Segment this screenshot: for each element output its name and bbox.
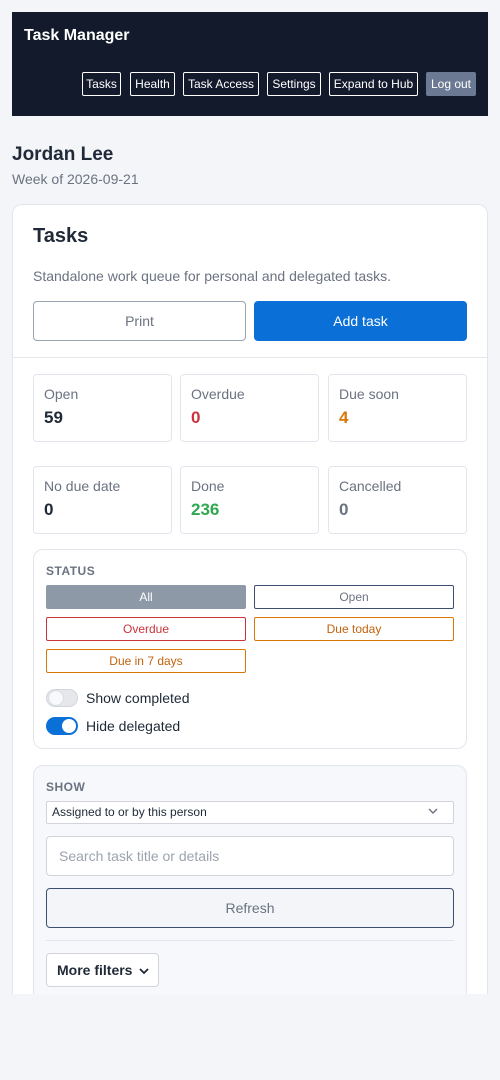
nav-expand-to-hub[interactable]: Expand to Hub: [329, 72, 418, 96]
show-select[interactable]: Assigned to or by this person: [46, 801, 454, 824]
status-chip-all[interactable]: All: [46, 585, 246, 609]
person-name: Jordan Lee: [12, 144, 114, 165]
stat-overdue[interactable]: Overdue 0: [180, 374, 319, 442]
stat-label: Due soon: [339, 386, 399, 402]
toggle-knob: [49, 691, 63, 705]
more-filters-label: More filters: [57, 962, 133, 978]
stat-value: 59: [44, 408, 63, 427]
top-bar: Task Manager Tasks Health Task Access Se…: [12, 12, 488, 116]
stat-label: Open: [44, 386, 79, 402]
tasks-card: Tasks Standalone work queue for personal…: [12, 204, 488, 994]
nav-tasks[interactable]: Tasks: [82, 72, 121, 96]
hide-delegated-label: Hide delegated: [86, 718, 181, 734]
stat-done[interactable]: Done 236: [180, 466, 319, 534]
nav-health[interactable]: Health: [130, 72, 175, 96]
status-heading: STATUS: [46, 564, 96, 578]
show-heading: SHOW: [46, 780, 86, 794]
search-input[interactable]: [46, 836, 454, 876]
refresh-button[interactable]: Refresh: [46, 888, 454, 928]
app-title: Task Manager: [24, 27, 130, 44]
stat-label: Cancelled: [339, 478, 402, 494]
status-chip-due-today[interactable]: Due today: [254, 617, 454, 641]
show-completed-toggle[interactable]: [46, 689, 78, 707]
stat-no-due-date[interactable]: No due date 0: [33, 466, 172, 534]
chevron-down-icon: [139, 968, 149, 975]
stat-due-soon[interactable]: Due soon 4: [328, 374, 467, 442]
toggle-knob: [62, 719, 76, 733]
status-panel: STATUS All Open Overdue Due today Due in…: [33, 549, 467, 749]
stat-value: 0: [44, 500, 54, 519]
stat-value: 4: [339, 408, 349, 427]
stat-cancelled[interactable]: Cancelled 0: [328, 466, 467, 534]
card-description: Standalone work queue for personal and d…: [33, 268, 392, 284]
status-chip-overdue[interactable]: Overdue: [46, 617, 246, 641]
stat-value: 0: [339, 500, 349, 519]
nav-task-access[interactable]: Task Access: [183, 72, 259, 96]
card-title: Tasks: [33, 225, 89, 247]
stat-value: 0: [191, 408, 201, 427]
more-filters-button[interactable]: More filters: [46, 953, 159, 987]
status-chip-open[interactable]: Open: [254, 585, 454, 609]
show-divider: [46, 940, 454, 941]
chevron-down-icon: [428, 808, 438, 814]
stat-open[interactable]: Open 59: [33, 374, 172, 442]
print-button[interactable]: Print: [33, 301, 246, 341]
stat-label: Overdue: [191, 386, 245, 402]
hide-delegated-toggle[interactable]: [46, 717, 78, 735]
show-panel: SHOW Assigned to or by this person Refre…: [33, 765, 467, 994]
nav-settings[interactable]: Settings: [267, 72, 321, 96]
stat-label: Done: [191, 478, 225, 494]
week-label: Week of 2026-09-21: [12, 171, 139, 187]
card-divider: [13, 357, 487, 358]
status-chip-due-7-days[interactable]: Due in 7 days: [46, 649, 246, 673]
stat-label: No due date: [44, 478, 121, 494]
show-completed-label: Show completed: [86, 690, 190, 706]
stat-value: 236: [191, 500, 220, 519]
add-task-button[interactable]: Add task: [254, 301, 467, 341]
show-select-value: Assigned to or by this person: [52, 805, 207, 819]
logout-button[interactable]: Log out: [426, 72, 476, 96]
